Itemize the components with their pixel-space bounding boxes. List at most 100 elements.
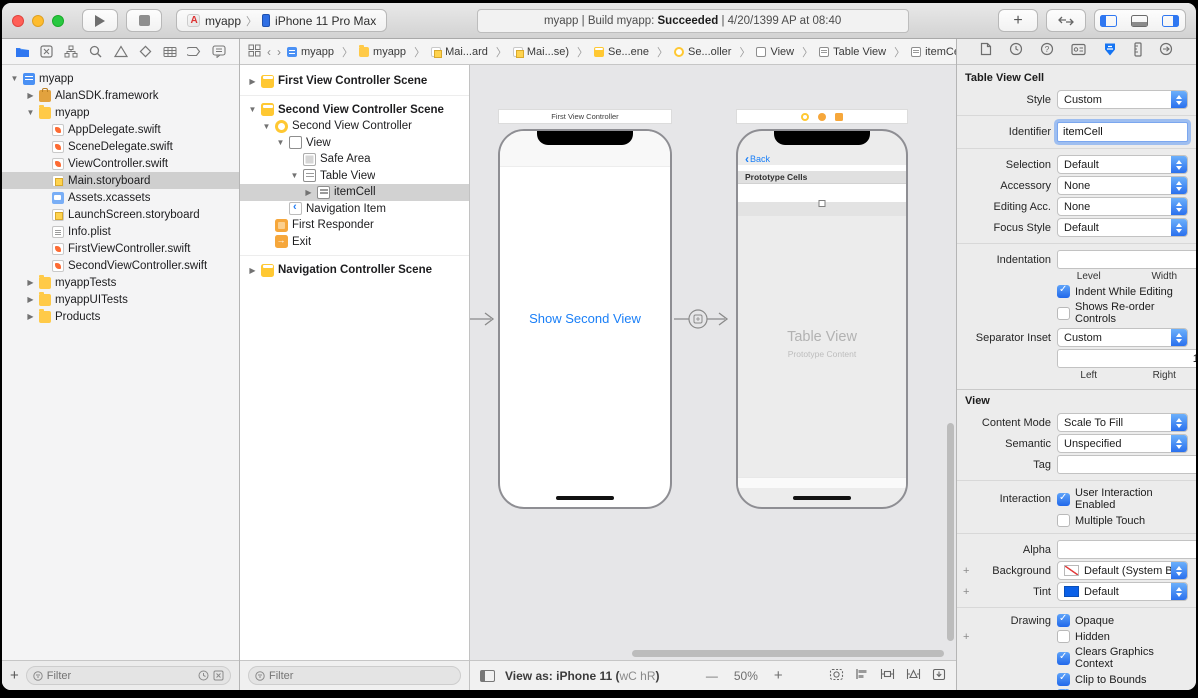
- selection-dropdown[interactable]: Default: [1057, 155, 1188, 174]
- outline-row[interactable]: Safe Area: [240, 151, 469, 168]
- identity-inspector-icon[interactable]: [1071, 43, 1086, 61]
- add-variation-button[interactable]: +: [963, 586, 969, 598]
- history-inspector-icon[interactable]: [1009, 42, 1023, 61]
- shows-reorder-checkbox[interactable]: [1057, 307, 1070, 320]
- outline-filter-field[interactable]: [248, 666, 461, 685]
- disclosure-triangle[interactable]: ▶: [26, 91, 35, 100]
- disclosure-triangle[interactable]: ▶: [304, 188, 313, 197]
- view-as-label[interactable]: View as: iPhone 11 (wC hR): [505, 669, 660, 683]
- breakpoint-navigator-icon[interactable]: [186, 44, 202, 60]
- first-view-controller-scene[interactable]: Show Second View: [498, 129, 672, 509]
- indent-while-editing-checkbox[interactable]: [1057, 285, 1070, 298]
- file-row[interactable]: ▶myappUITests: [2, 291, 239, 308]
- outline-filter-input[interactable]: [269, 670, 454, 682]
- breadcrumb[interactable]: itemCell: [911, 46, 956, 58]
- tag-field[interactable]: [1057, 455, 1196, 474]
- filter-input[interactable]: [47, 670, 194, 682]
- exit-icon[interactable]: [835, 113, 843, 121]
- user-interaction-checkbox[interactable]: [1057, 493, 1070, 506]
- recents-clock-icon[interactable]: [198, 670, 209, 681]
- file-row[interactable]: Assets.xcassets: [2, 189, 239, 206]
- outline-row[interactable]: Navigation Item: [240, 201, 469, 218]
- selection-handle[interactable]: [819, 200, 826, 207]
- disclosure-triangle[interactable]: ▼: [276, 138, 285, 147]
- tint-color-swatch[interactable]: [1064, 586, 1079, 597]
- zoom-out-button[interactable]: —: [706, 669, 718, 683]
- file-row[interactable]: AppDelegate.swift: [2, 121, 239, 138]
- update-frames-icon[interactable]: [829, 668, 844, 684]
- breadcrumb[interactable]: Table View〉: [819, 44, 905, 60]
- minimize-window-button[interactable]: [32, 15, 44, 27]
- add-variation-button[interactable]: +: [963, 565, 969, 577]
- file-row-selected[interactable]: Main.storyboard: [2, 172, 239, 189]
- outline-row-selected[interactable]: ▶itemCell: [240, 184, 469, 201]
- scene-dock-second-view-controller[interactable]: [736, 109, 908, 124]
- scene-title-first-view-controller[interactable]: First View Controller: [498, 109, 672, 124]
- outline-row[interactable]: ▼Table View: [240, 168, 469, 185]
- breadcrumb[interactable]: Mai...ard〉: [431, 44, 507, 60]
- content-mode-dropdown[interactable]: Scale To Fill: [1057, 413, 1188, 432]
- code-review-button[interactable]: [1046, 9, 1086, 32]
- outline-row[interactable]: ▼Second View Controller Scene: [240, 102, 469, 119]
- file-row[interactable]: ▶myappTests: [2, 274, 239, 291]
- report-navigator-icon[interactable]: [211, 44, 227, 60]
- forward-button[interactable]: ›: [277, 45, 281, 59]
- breadcrumb[interactable]: Se...ene〉: [594, 44, 668, 60]
- file-row[interactable]: ▼myapp: [2, 104, 239, 121]
- semantic-dropdown[interactable]: Unspecified: [1057, 434, 1188, 453]
- align-icon[interactable]: [855, 668, 869, 683]
- accessory-dropdown[interactable]: None: [1057, 176, 1188, 195]
- identifier-field[interactable]: [1057, 122, 1188, 142]
- breadcrumb[interactable]: myapp〉: [287, 44, 353, 60]
- inspector-toggle-icon[interactable]: [1162, 15, 1179, 27]
- find-navigator-icon[interactable]: [88, 44, 104, 60]
- issue-navigator-icon[interactable]: [113, 44, 129, 60]
- editing-acc-dropdown[interactable]: None: [1057, 197, 1188, 216]
- zoom-in-button[interactable]: +: [774, 667, 783, 684]
- outline-row[interactable]: ▶Navigation Controller Scene: [240, 262, 469, 279]
- disclosure-triangle[interactable]: ▼: [10, 74, 19, 83]
- quick-help-icon[interactable]: ?: [1040, 42, 1054, 61]
- file-row[interactable]: SecondViewController.swift: [2, 257, 239, 274]
- alpha-field[interactable]: [1057, 540, 1196, 559]
- back-nav-button[interactable]: ‹Back: [745, 153, 770, 165]
- file-row[interactable]: SceneDelegate.swift: [2, 138, 239, 155]
- separator-inset-dropdown[interactable]: Custom: [1057, 328, 1188, 347]
- breadcrumb[interactable]: myapp〉: [359, 44, 425, 60]
- debug-area-toggle-icon[interactable]: [1131, 15, 1148, 27]
- file-row[interactable]: Info.plist: [2, 223, 239, 240]
- first-responder-icon[interactable]: [818, 113, 826, 121]
- zoom-window-button[interactable]: [52, 15, 64, 27]
- background-color-swatch[interactable]: [1064, 565, 1079, 576]
- outline-row[interactable]: Exit: [240, 234, 469, 251]
- debug-navigator-icon[interactable]: [162, 44, 178, 60]
- file-row[interactable]: ▼myapp: [2, 70, 239, 87]
- outline-row[interactable]: ▶First View Controller Scene: [240, 73, 469, 90]
- outline-row[interactable]: ▼View: [240, 135, 469, 152]
- attributes-inspector-icon[interactable]: [1103, 42, 1117, 62]
- vertical-scrollbar[interactable]: [947, 423, 954, 641]
- file-row[interactable]: LaunchScreen.storyboard: [2, 206, 239, 223]
- disclosure-triangle[interactable]: ▶: [26, 278, 35, 287]
- outline-row[interactable]: ▼Second View Controller: [240, 118, 469, 135]
- indentation-level-field[interactable]: [1057, 250, 1196, 269]
- disclosure-triangle[interactable]: ▶: [26, 295, 35, 304]
- disclosure-triangle[interactable]: ▼: [290, 171, 299, 180]
- identifier-input[interactable]: [1063, 126, 1182, 138]
- disclosure-triangle[interactable]: ▼: [248, 105, 257, 114]
- storyboard-canvas[interactable]: First View Controller Show Second View: [470, 65, 956, 660]
- symbol-navigator-icon[interactable]: [63, 44, 79, 60]
- outline-toggle-icon[interactable]: [480, 670, 495, 682]
- add-file-button[interactable]: +: [10, 668, 19, 683]
- connections-inspector-icon[interactable]: [1159, 42, 1173, 61]
- source-control-icon[interactable]: [39, 44, 55, 60]
- autoresize-checkbox[interactable]: [1057, 689, 1070, 690]
- show-second-view-button[interactable]: Show Second View: [500, 311, 670, 326]
- size-inspector-icon[interactable]: [1134, 42, 1142, 62]
- view-controller-icon[interactable]: [801, 113, 809, 121]
- file-row[interactable]: ViewController.swift: [2, 155, 239, 172]
- style-dropdown[interactable]: Custom: [1057, 90, 1188, 109]
- disclosure-triangle[interactable]: ▶: [26, 312, 35, 321]
- horizontal-scrollbar[interactable]: [632, 650, 944, 657]
- breadcrumb[interactable]: Se...oller〉: [674, 44, 750, 60]
